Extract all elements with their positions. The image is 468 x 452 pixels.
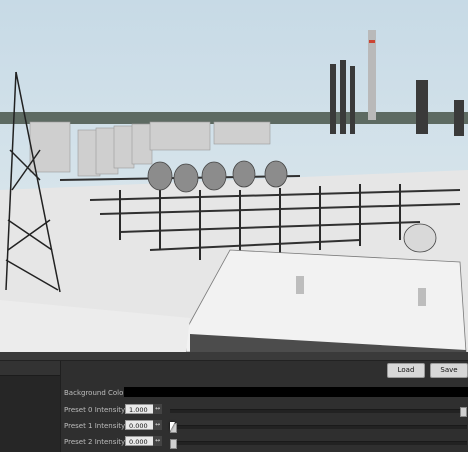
load-button[interactable]: Load	[387, 363, 425, 378]
panel-sidebar	[0, 361, 61, 452]
panel-sidebar-header	[0, 361, 60, 376]
background-color-swatch[interactable]	[124, 387, 468, 397]
preset-0-spinner-icon[interactable]: ↔	[153, 404, 162, 414]
preset-2-label: Preset 2 Intensity	[64, 438, 126, 446]
panel-header	[0, 352, 468, 361]
preset-1-slider[interactable]	[170, 423, 467, 433]
preset-1-label: Preset 1 Intensity	[64, 422, 126, 430]
scene-viewport[interactable]	[0, 0, 468, 352]
background-color-label: Background Color	[64, 389, 127, 397]
preset-2-spinner-icon[interactable]: ↔	[153, 436, 162, 446]
preset-0-slider[interactable]	[170, 407, 467, 417]
preset-0-label: Preset 0 Intensity	[64, 406, 126, 414]
mouse-cursor-icon	[170, 422, 175, 431]
preset-0-slider-knob[interactable]	[460, 407, 467, 417]
preset-2-slider[interactable]	[170, 439, 467, 449]
save-button[interactable]: Save	[430, 363, 468, 378]
settings-panel: Load Save Background Color Preset 0 Inte…	[0, 352, 468, 452]
refinery-scene-image	[0, 0, 468, 352]
preset-2-slider-knob[interactable]	[170, 439, 177, 449]
preset-1-spinner-icon[interactable]: ↔	[153, 420, 162, 430]
